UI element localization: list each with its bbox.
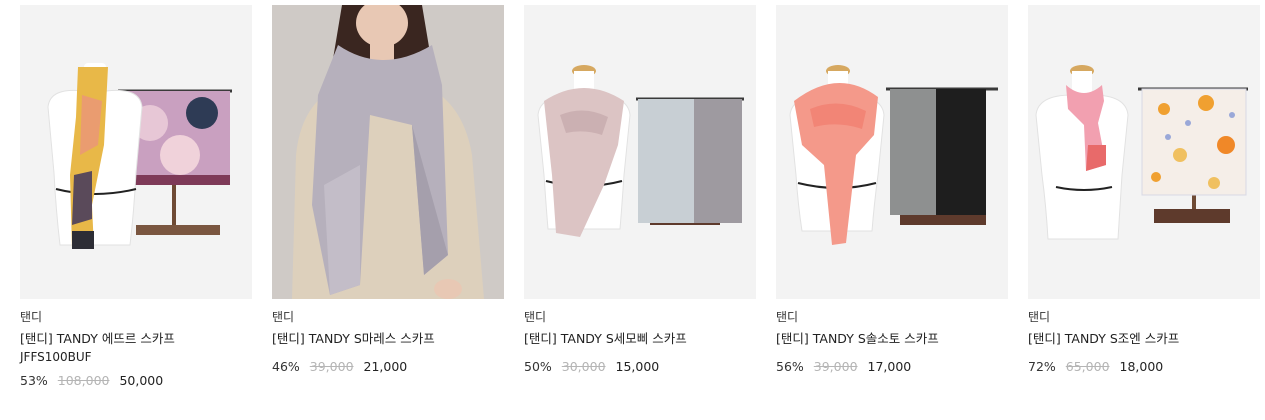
product-card[interactable]: 탠디 [탠디] TANDY S조엔 스카프 72% 65,000 18,000 [1028, 5, 1260, 415]
product-code: JFFS100BUF [20, 350, 92, 364]
product-image[interactable] [776, 5, 1008, 299]
sale-price: 17,000 [867, 359, 912, 374]
original-price: 30,000 [561, 359, 606, 374]
product-brand: 탠디 [272, 310, 295, 324]
product-card[interactable]: 탠디 [탠디] TANDY S솔소토 스카프 56% 39,000 17,000 [776, 5, 1008, 415]
original-price: 65,000 [1065, 359, 1110, 374]
product-name[interactable]: [탠디] TANDY 에뜨르 스카프 [20, 330, 252, 348]
discount-rate: 56% [776, 359, 804, 374]
discount-rate: 72% [1028, 359, 1056, 374]
price-row: 53% 108,000 50,000 [20, 372, 252, 390]
product-image[interactable] [20, 5, 252, 299]
product-card[interactable]: 탠디 [탠디] TANDY S세모삐 스카프 50% 30,000 15,000 [524, 5, 756, 415]
product-brand: 탠디 [776, 310, 799, 324]
price-row: 46% 39,000 21,000 [272, 358, 504, 376]
product-name[interactable]: [탠디] TANDY S마레스 스카프 [272, 330, 504, 348]
sale-price: 15,000 [615, 359, 660, 374]
sale-price: 18,000 [1119, 359, 1164, 374]
product-brand: 탠디 [524, 310, 547, 324]
discount-rate: 50% [524, 359, 552, 374]
discount-rate: 46% [272, 359, 300, 374]
product-name[interactable]: [탠디] TANDY S솔소토 스카프 [776, 330, 1008, 348]
sale-price: 50,000 [119, 373, 164, 388]
product-name[interactable]: [탠디] TANDY S조엔 스카프 [1028, 330, 1260, 348]
product-image[interactable] [524, 5, 756, 299]
product-brand: 탠디 [1028, 310, 1051, 324]
price-row: 56% 39,000 17,000 [776, 358, 1008, 376]
product-card[interactable]: 탠디 [탠디] TANDY S마레스 스카프 46% 39,000 21,000 [272, 5, 504, 415]
discount-rate: 53% [20, 373, 48, 388]
product-grid: 탠디 [탠디] TANDY 에뜨르 스카프 JFFS100BUF 53% 108… [0, 0, 1265, 420]
product-name[interactable]: [탠디] TANDY S세모삐 스카프 [524, 330, 756, 348]
original-price: 39,000 [309, 359, 354, 374]
price-row: 72% 65,000 18,000 [1028, 358, 1260, 376]
product-image[interactable] [1028, 5, 1260, 299]
original-price: 108,000 [57, 373, 110, 388]
product-card[interactable]: 탠디 [탠디] TANDY 에뜨르 스카프 JFFS100BUF 53% 108… [20, 5, 252, 415]
product-brand: 탠디 [20, 310, 43, 324]
price-row: 50% 30,000 15,000 [524, 358, 756, 376]
original-price: 39,000 [813, 359, 858, 374]
product-image[interactable] [272, 5, 504, 299]
sale-price: 21,000 [363, 359, 408, 374]
